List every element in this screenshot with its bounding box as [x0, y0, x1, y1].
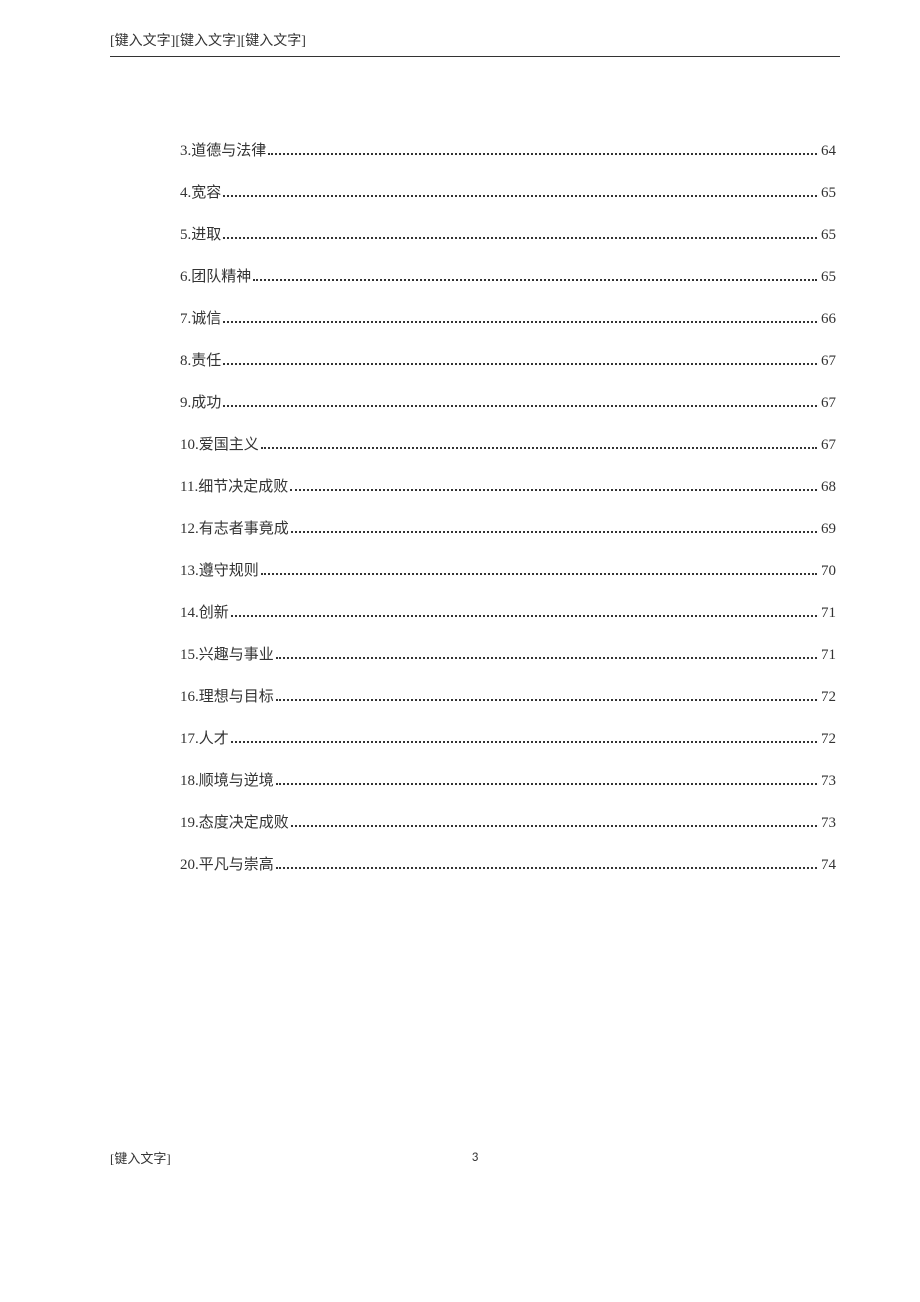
toc-entry-title: 18.顺境与逆境	[180, 769, 274, 790]
toc-entry: 15.兴趣与事业 71	[180, 643, 836, 664]
toc-leader-dots	[291, 825, 817, 827]
toc-entry-page: 64	[821, 143, 836, 160]
toc-leader-dots	[223, 195, 817, 197]
toc-entry-title: 17.人才	[180, 727, 229, 748]
toc-entry-page: 65	[821, 185, 836, 202]
toc-entry-page: 67	[821, 353, 836, 370]
toc-entry: 17.人才 72	[180, 727, 836, 748]
toc-entry: 4.宽容 65	[180, 181, 836, 202]
toc-leader-dots	[223, 321, 817, 323]
toc-entry: 9.成功 67	[180, 391, 836, 412]
toc-entry-page: 73	[821, 773, 836, 790]
toc-entry-title: 10.爱国主义	[180, 433, 259, 454]
toc-leader-dots	[276, 657, 817, 659]
toc-entry-title: 7.诚信	[180, 307, 221, 328]
toc-entry-title: 19.态度决定成败	[180, 811, 289, 832]
toc-entry-title: 20.平凡与崇高	[180, 853, 274, 874]
toc-entry-title: 11.细节决定成败	[180, 475, 288, 496]
toc-leader-dots	[231, 615, 817, 617]
toc-entry: 20.平凡与崇高 74	[180, 853, 836, 874]
toc-entry: 18.顺境与逆境 73	[180, 769, 836, 790]
toc-leader-dots	[276, 783, 817, 785]
toc-entry-page: 73	[821, 815, 836, 832]
toc-entry: 12.有志者事竟成 69	[180, 517, 836, 538]
footer-placeholder-text: [键入文字]	[110, 1148, 171, 1167]
toc-leader-dots	[276, 699, 817, 701]
toc-entry: 10.爱国主义 67	[180, 433, 836, 454]
toc-entry-title: 13.遵守规则	[180, 559, 259, 580]
page-header: [键入文字][键入文字][键入文字]	[110, 30, 840, 57]
toc-entry-title: 16.理想与目标	[180, 685, 274, 706]
footer-page-number: 3	[472, 1150, 479, 1165]
toc-entry-title: 6.团队精神	[180, 265, 251, 286]
toc-entry-title: 3.道德与法律	[180, 139, 266, 160]
table-of-contents: 3.道德与法律 64 4.宽容 65 5.进取 65 6.团队精神 65 7.诚…	[110, 139, 840, 874]
toc-entry-page: 66	[821, 311, 836, 328]
toc-entry-page: 71	[821, 605, 836, 622]
toc-entry: 14.创新 71	[180, 601, 836, 622]
toc-entry-title: 4.宽容	[180, 181, 221, 202]
toc-entry-page: 71	[821, 647, 836, 664]
toc-entry-page: 72	[821, 689, 836, 706]
toc-entry-title: 8.责任	[180, 349, 221, 370]
toc-entry: 19.态度决定成败 73	[180, 811, 836, 832]
toc-entry-page: 69	[821, 521, 836, 538]
toc-leader-dots	[290, 489, 817, 491]
toc-entry-page: 65	[821, 269, 836, 286]
toc-entry: 13.遵守规则 70	[180, 559, 836, 580]
toc-leader-dots	[223, 405, 817, 407]
page-footer: [键入文字] 3	[110, 1148, 840, 1167]
toc-entry: 16.理想与目标 72	[180, 685, 836, 706]
toc-entry-title: 9.成功	[180, 391, 221, 412]
toc-entry: 8.责任 67	[180, 349, 836, 370]
toc-leader-dots	[231, 741, 817, 743]
toc-leader-dots	[223, 363, 817, 365]
toc-entry-page: 67	[821, 395, 836, 412]
toc-leader-dots	[276, 867, 817, 869]
toc-entry-title: 12.有志者事竟成	[180, 517, 289, 538]
toc-leader-dots	[253, 279, 817, 281]
toc-entry: 3.道德与法律 64	[180, 139, 836, 160]
toc-leader-dots	[261, 573, 817, 575]
header-placeholder-text: [键入文字][键入文字][键入文字]	[110, 34, 306, 49]
toc-entry-page: 67	[821, 437, 836, 454]
toc-entry-title: 5.进取	[180, 223, 221, 244]
document-page: [键入文字][键入文字][键入文字] 3.道德与法律 64 4.宽容 65 5.…	[0, 0, 920, 1302]
toc-entry-page: 68	[821, 479, 836, 496]
toc-entry: 5.进取 65	[180, 223, 836, 244]
toc-entry-page: 74	[821, 857, 836, 874]
toc-entry-page: 70	[821, 563, 836, 580]
toc-leader-dots	[268, 153, 817, 155]
toc-leader-dots	[261, 447, 817, 449]
toc-leader-dots	[291, 531, 817, 533]
toc-entry-page: 65	[821, 227, 836, 244]
toc-entry-title: 14.创新	[180, 601, 229, 622]
toc-entry-page: 72	[821, 731, 836, 748]
toc-entry-title: 15.兴趣与事业	[180, 643, 274, 664]
toc-leader-dots	[223, 237, 817, 239]
toc-entry: 7.诚信 66	[180, 307, 836, 328]
toc-entry: 11.细节决定成败 68	[180, 475, 836, 496]
toc-entry: 6.团队精神 65	[180, 265, 836, 286]
